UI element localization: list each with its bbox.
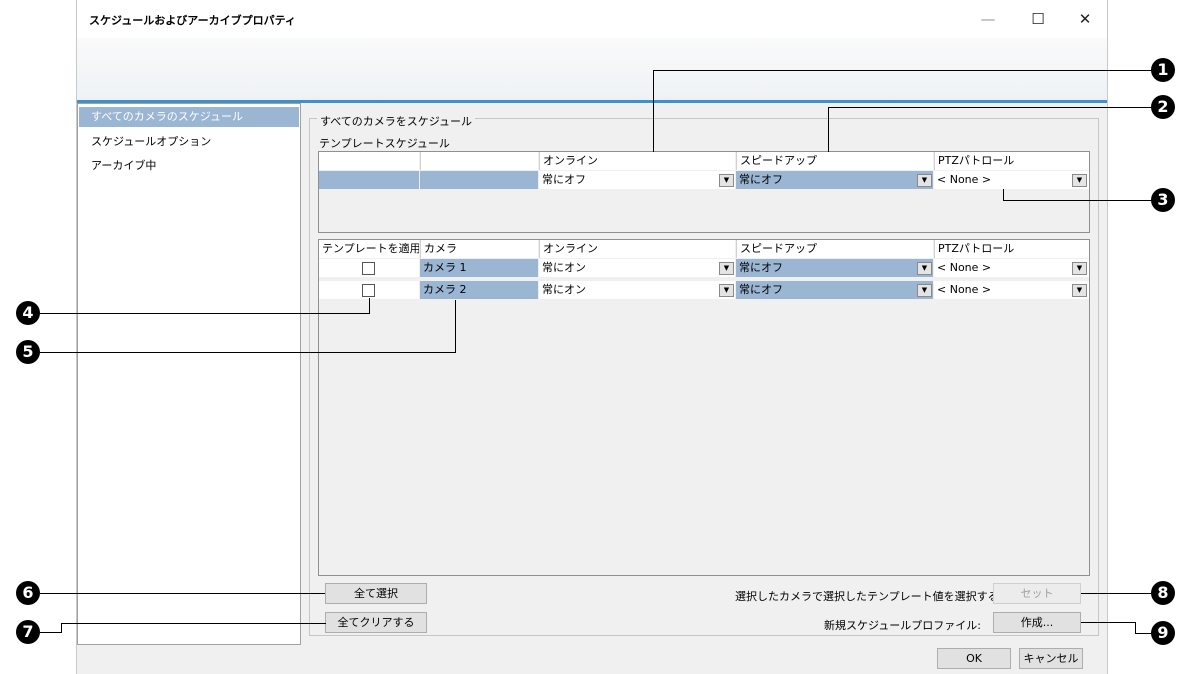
template-label: テンプレートスケジュール xyxy=(319,137,450,150)
nav-list: すべてのカメラのスケジュール スケジュールオプション アーカイブ中 xyxy=(77,103,301,645)
template-header-0 xyxy=(319,152,419,170)
create-button[interactable]: 作成... xyxy=(993,612,1081,633)
template-header-speedup: スピードアップ xyxy=(736,152,933,170)
new-profile-label: 新規スケジュールプロファイル: xyxy=(824,619,981,632)
callout-7-line xyxy=(61,623,326,624)
camera-ptz-select[interactable]: < None > xyxy=(934,259,1089,277)
camera-online-select[interactable]: 常にオン xyxy=(539,281,735,299)
dropdown-arrow-icon[interactable]: ▼ xyxy=(1072,262,1087,275)
callout-9-line xyxy=(1081,622,1136,623)
properties-window: スケジュールおよびアーカイブプロパティ — ☐ ✕ すべてのカメラのスケジュール… xyxy=(76,0,1108,674)
camera-speedup-select[interactable]: 常にオフ xyxy=(736,259,933,277)
dropdown-arrow-icon[interactable]: ▼ xyxy=(719,174,734,187)
cancel-button[interactable]: キャンセル xyxy=(1019,648,1083,669)
template-ptz-select[interactable]: < None > xyxy=(934,171,1089,189)
apply-template-checkbox[interactable] xyxy=(362,262,375,275)
template-row-cell-1[interactable] xyxy=(420,171,538,189)
clear-all-button[interactable]: 全てクリアする xyxy=(325,612,427,633)
callout-badge-2: 2 xyxy=(1151,95,1175,119)
close-icon[interactable]: ✕ xyxy=(1074,8,1096,30)
callout-badge-9: 9 xyxy=(1151,621,1175,645)
callout-6-line xyxy=(40,593,325,594)
dropdown-arrow-icon[interactable]: ▼ xyxy=(917,262,932,275)
callout-3-line xyxy=(1003,200,1153,201)
camera-speedup-select[interactable]: 常にオフ xyxy=(736,281,933,299)
camera-header-camera: カメラ xyxy=(420,240,538,258)
apply-template-checkbox[interactable] xyxy=(362,284,375,297)
dropdown-arrow-icon[interactable]: ▼ xyxy=(917,284,932,297)
callout-1-line xyxy=(653,70,654,152)
callout-5-line xyxy=(455,300,456,353)
nav-item-archiving[interactable]: アーカイブ中 xyxy=(79,156,299,176)
callout-4-line xyxy=(40,313,370,314)
dropdown-arrow-icon[interactable]: ▼ xyxy=(719,284,734,297)
callout-badge-6: 6 xyxy=(16,581,40,605)
title-bar: スケジュールおよびアーカイブプロパティ — ☐ ✕ xyxy=(77,0,1107,38)
camera-header-apply: テンプレートを適用 xyxy=(319,240,419,258)
camera-table: テンプレートを適用 カメラ オンライン スピードアップ PTZパトロール カメラ… xyxy=(318,239,1090,576)
callout-badge-3: 3 xyxy=(1151,188,1175,212)
callout-badge-8: 8 xyxy=(1151,581,1175,605)
template-header-ptz: PTZパトロール xyxy=(934,152,1089,170)
select-all-button[interactable]: 全て選択 xyxy=(325,583,427,604)
template-row-cell-0[interactable] xyxy=(319,171,419,189)
callout-1-line xyxy=(653,70,1153,71)
camera-header-speedup: スピードアップ xyxy=(736,240,933,258)
template-header-online: オンライン xyxy=(539,152,735,170)
template-online-select[interactable]: 常にオフ xyxy=(539,171,735,189)
callout-2-line xyxy=(828,107,829,152)
group-label: すべてのカメラをスケジュール xyxy=(317,113,476,129)
dropdown-arrow-icon[interactable]: ▼ xyxy=(1072,174,1087,187)
minimize-icon[interactable]: — xyxy=(977,8,999,30)
callout-badge-5: 5 xyxy=(16,340,40,364)
nav-item-schedule-options[interactable]: スケジュールオプション xyxy=(79,132,299,152)
callout-badge-7: 7 xyxy=(16,620,40,644)
header-banner xyxy=(77,38,1107,100)
nav-item-camera-schedule[interactable]: すべてのカメラのスケジュール xyxy=(79,107,299,127)
camera-name-cell[interactable]: カメラ 2 xyxy=(420,281,538,299)
callout-7-line xyxy=(61,623,62,633)
dropdown-arrow-icon[interactable]: ▼ xyxy=(917,174,932,187)
camera-header-ptz: PTZパトロール xyxy=(934,240,1089,258)
maximize-icon[interactable]: ☐ xyxy=(1027,8,1049,30)
set-button[interactable]: セット xyxy=(993,583,1081,604)
callout-7-line xyxy=(40,632,62,633)
window-title: スケジュールおよびアーカイブプロパティ xyxy=(89,14,296,27)
dropdown-arrow-icon[interactable]: ▼ xyxy=(1072,284,1087,297)
apply-template-label: 選択したカメラで選択したテンプレート値を選択する: xyxy=(735,590,1003,603)
template-speedup-select[interactable]: 常にオフ xyxy=(736,171,933,189)
callout-badge-1: 1 xyxy=(1151,58,1175,82)
callout-2-line xyxy=(828,107,1153,108)
callout-4-line xyxy=(369,298,370,314)
ok-button[interactable]: OK xyxy=(937,648,1011,669)
callout-badge-4: 4 xyxy=(16,301,40,325)
callout-8-line xyxy=(1081,593,1151,594)
template-header-1 xyxy=(420,152,538,170)
callout-5-line xyxy=(40,352,456,353)
camera-ptz-select[interactable]: < None > xyxy=(934,281,1089,299)
camera-header-online: オンライン xyxy=(539,240,735,258)
dropdown-arrow-icon[interactable]: ▼ xyxy=(719,262,734,275)
camera-name-cell[interactable]: カメラ 1 xyxy=(420,259,538,277)
camera-online-select[interactable]: 常にオン xyxy=(539,259,735,277)
template-table: オンライン スピードアップ PTZパトロール 常にオフ ▼ 常にオフ ▼ < N… xyxy=(318,151,1090,233)
